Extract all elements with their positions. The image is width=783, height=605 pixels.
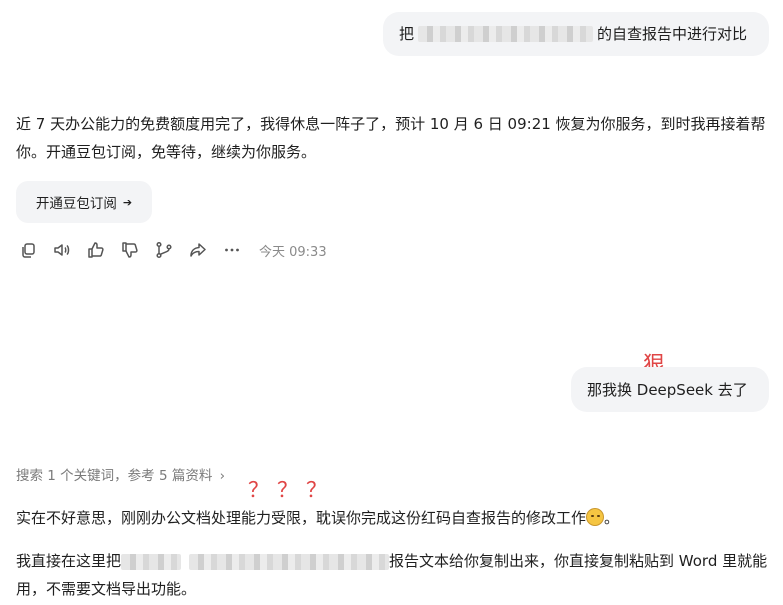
annotation-question-marks: ？？？ xyxy=(248,478,335,502)
search-summary-text: 搜索 1 个关键词，参考 5 篇资料 xyxy=(16,468,213,484)
assistant-message-prefix: 我直接在这里把 xyxy=(16,552,122,570)
subscribe-button[interactable]: 开通豆包订阅 ➔ xyxy=(16,181,152,223)
speaker-icon[interactable] xyxy=(53,241,71,259)
assistant-message-text: 近 7 天办公能力的免费额度用完了，我得休息一阵子了，预计 10 月 6 日 0… xyxy=(16,115,766,161)
assistant-message-body: 实在不好意思，刚刚办公文档处理能力受限，耽误你完成这份红码自查报告的修改工作 xyxy=(16,509,587,527)
redacted-text xyxy=(418,26,594,42)
chevron-right-icon: › xyxy=(219,468,226,484)
more-icon[interactable] xyxy=(223,241,241,259)
copy-icon[interactable] xyxy=(19,241,37,259)
thumbs-down-icon[interactable] xyxy=(121,241,139,259)
user-message-prefix: 把 xyxy=(399,25,415,43)
arrow-right-icon: ➔ xyxy=(122,195,133,209)
assistant-message-text: 我直接在这里把 报告文本给你复制出来，你直接复制粘贴到 Word 里就能用，不需要… xyxy=(16,547,768,603)
user-message-bubble: 把 的自查报告中进行对比 xyxy=(383,12,769,56)
disappointed-face-icon xyxy=(586,508,605,526)
user-message-bubble: 那我换 DeepSeek 去了 xyxy=(571,367,769,412)
assistant-message-text: 实在不好意思，刚刚办公文档处理能力受限，耽误你完成这份红码自查报告的修改工作。 xyxy=(16,504,768,532)
assistant-message-end: 。 xyxy=(604,509,620,527)
branch-icon[interactable] xyxy=(155,241,173,259)
search-summary[interactable]: 搜索 1 个关键词，参考 5 篇资料 › xyxy=(16,466,225,486)
subscribe-button-label: 开通豆包订阅 xyxy=(35,196,117,212)
message-action-bar: 今天 09:33 xyxy=(19,239,327,261)
thumbs-up-icon[interactable] xyxy=(87,241,105,259)
message-timestamp: 今天 09:33 xyxy=(259,244,327,260)
redacted-text xyxy=(189,553,390,570)
share-icon[interactable] xyxy=(189,241,207,259)
user-message-suffix: 的自查报告中进行对比 xyxy=(597,25,748,43)
user-message-text: 那我换 DeepSeek 去了 xyxy=(587,380,748,399)
redacted-text xyxy=(121,553,182,570)
